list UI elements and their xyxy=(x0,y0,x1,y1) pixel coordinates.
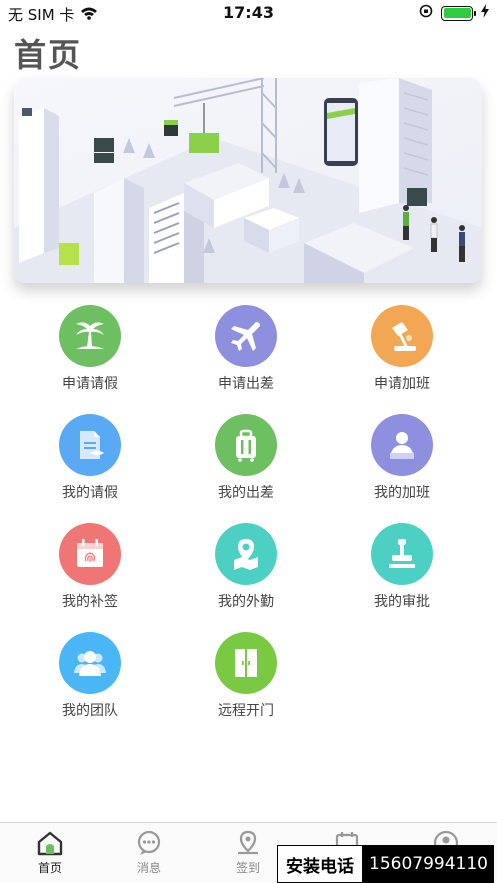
grid-item-my-field-work[interactable]: 我的外勤 xyxy=(181,523,311,611)
grid-item-apply-overtime[interactable]: 申请加班 xyxy=(337,305,467,393)
grid-item-remote-door[interactable]: 远程开门 xyxy=(181,632,311,720)
airplane-icon xyxy=(215,305,277,367)
banner-illustration[interactable] xyxy=(14,78,482,283)
door-icon xyxy=(215,632,277,694)
orientation-lock-icon xyxy=(419,4,433,22)
grid-label: 我的请假 xyxy=(62,485,118,501)
desk-lamp-icon xyxy=(371,305,433,367)
grid-item-apply-trip[interactable]: 申请出差 xyxy=(181,305,311,393)
location-icon xyxy=(238,830,258,855)
charging-icon xyxy=(481,4,489,22)
document-icon xyxy=(59,414,121,476)
grid-item-apply-leave[interactable]: 申请请假 xyxy=(25,305,155,393)
grid-label: 我的补签 xyxy=(62,594,118,610)
grid-label: 我的加班 xyxy=(374,485,430,501)
tab-messages[interactable]: 消息 xyxy=(119,829,179,876)
page-title: 首页 xyxy=(14,36,83,74)
map-pin-icon xyxy=(215,523,277,585)
team-icon xyxy=(59,632,121,694)
tab-label: 签到 xyxy=(235,861,260,875)
palm-tree-icon xyxy=(59,305,121,367)
grid-label: 远程开门 xyxy=(218,703,274,719)
install-phone-number[interactable]: 15607994110 xyxy=(363,845,494,883)
tab-home[interactable]: 首页 xyxy=(20,829,80,876)
suitcase-icon xyxy=(215,414,277,476)
tab-checkin[interactable]: 签到 xyxy=(218,829,278,876)
home-icon xyxy=(37,831,63,856)
grid-label: 我的出差 xyxy=(218,485,274,501)
grid-label: 申请请假 xyxy=(62,376,118,392)
install-phone-label: 安装电话 xyxy=(277,845,363,883)
tab-label: 首页 xyxy=(37,861,62,875)
grid-item-my-approval[interactable]: 我的审批 xyxy=(337,523,467,611)
tab-label: 消息 xyxy=(136,861,161,875)
message-icon xyxy=(137,830,161,855)
battery-icon xyxy=(441,5,476,21)
grid-item-my-team[interactable]: 我的团队 xyxy=(25,632,155,720)
grid-label: 申请加班 xyxy=(374,376,430,392)
stamp-icon xyxy=(371,523,433,585)
grid-label: 申请出差 xyxy=(218,376,274,392)
grid-item-my-trip[interactable]: 我的出差 xyxy=(181,414,311,502)
grid-label: 我的外勤 xyxy=(218,594,274,610)
grid-label: 我的审批 xyxy=(374,594,430,610)
grid-item-my-leave[interactable]: 我的请假 xyxy=(25,414,155,502)
install-phone-overlay[interactable]: 安装电话 15607994110 xyxy=(277,845,494,883)
grid-item-my-resign[interactable]: 我的补签 xyxy=(25,523,155,611)
status-bar: 无 SIM 卡 17:43 xyxy=(0,0,497,26)
calendar-fingerprint-icon xyxy=(59,523,121,585)
grid-item-my-overtime[interactable]: 我的加班 xyxy=(337,414,467,502)
worker-icon xyxy=(371,414,433,476)
grid-label: 我的团队 xyxy=(62,703,118,719)
